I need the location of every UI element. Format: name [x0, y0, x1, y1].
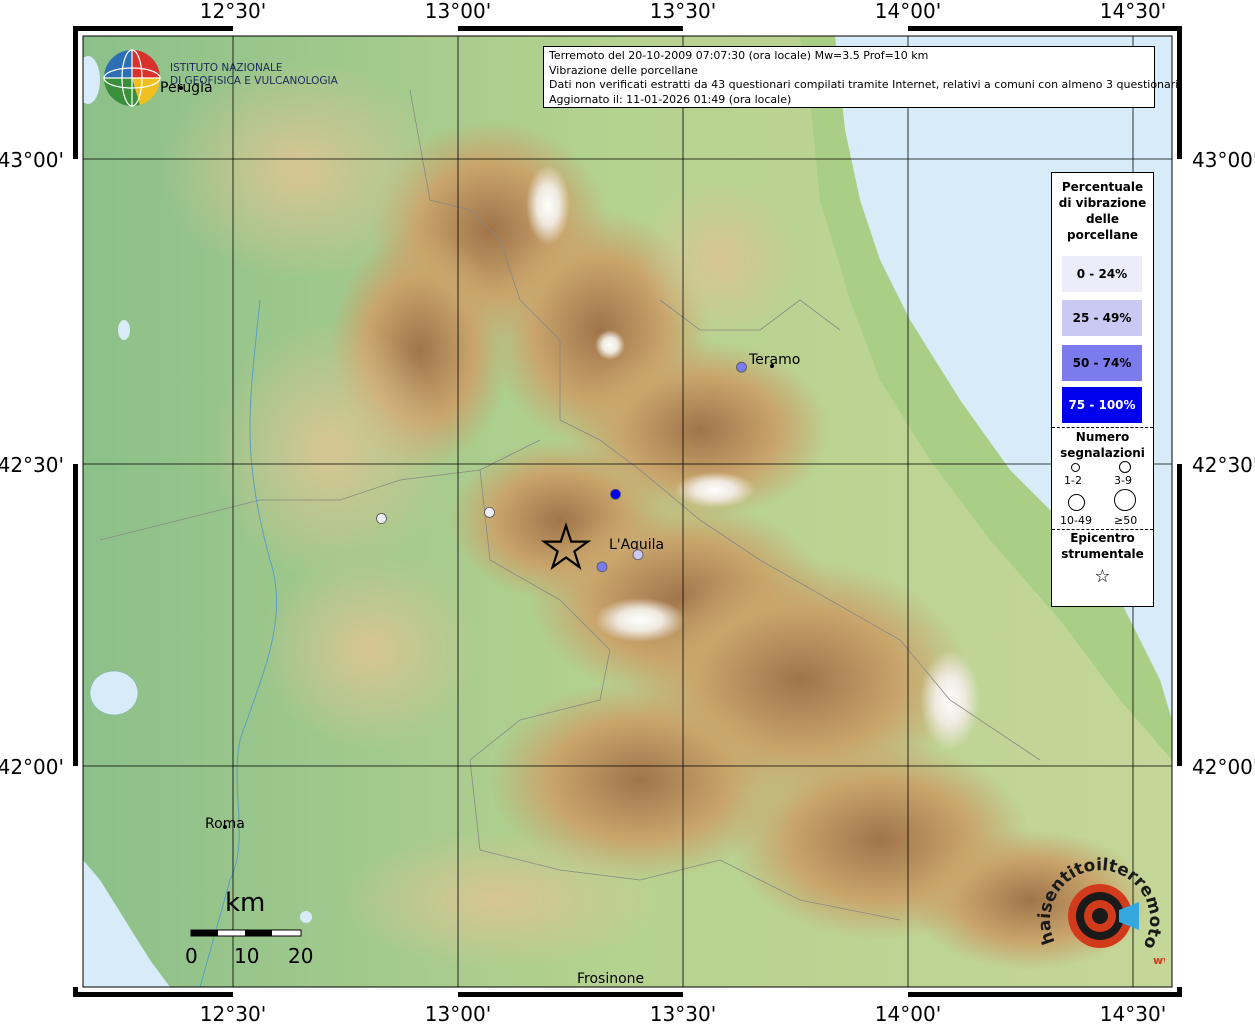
lon-label-top-4: 14°00': [875, 0, 941, 23]
lon-label-top-1: 12°30': [200, 0, 266, 23]
scale-tick-10: 10: [234, 944, 260, 968]
lon-label-top-3: 13°30': [650, 0, 716, 23]
legend-count-title: Numero segnalazioni: [1052, 429, 1153, 461]
legend-count-label-10-49: 10-49: [1060, 514, 1092, 527]
legend-title-line: di vibrazione: [1058, 196, 1147, 210]
observation-marker: [596, 561, 608, 573]
lat-label-left-2: 42°30': [0, 453, 64, 477]
scale-bar: [190, 929, 302, 937]
legend-epicenter-star-icon: ☆: [1094, 566, 1111, 587]
city-label-frosinone: Frosinone: [577, 971, 644, 987]
event-parameter: Vibrazione delle porcellane: [549, 63, 698, 77]
legend-class-25-49: 25 - 49%: [1062, 300, 1142, 336]
legend-title-line: Percentuale: [1061, 180, 1144, 194]
ingv-institution-name: ISTITUTO NAZIONALE DI GEOFISICA E VULCAN…: [170, 62, 338, 88]
legend-count-circle-1-2: [1071, 463, 1080, 472]
legend-class-50-74: 50 - 74%: [1062, 345, 1142, 381]
legend-count-circle-3-9: [1119, 461, 1131, 473]
lat-label-left-1: 43°00': [0, 148, 64, 172]
observation-marker: [376, 513, 387, 524]
lat-label-right-3: 42°00': [1192, 755, 1255, 779]
legend-separator: [1052, 427, 1153, 428]
brand-prefix: www.: [1153, 954, 1165, 967]
legend-epicenter-title-line: strumentale: [1061, 547, 1144, 561]
legend-epicenter-title: Epicentro strumentale: [1052, 530, 1153, 562]
scale-tick-20: 20: [288, 944, 314, 968]
event-data-note: Dati non verificati estratti da 43 quest…: [549, 78, 1182, 91]
legend-count-label-50: ≥50: [1114, 514, 1138, 527]
lon-label-bottom-5: 14°30': [1100, 1002, 1166, 1024]
observation-marker: [736, 361, 747, 373]
legend-class-75-100: 75 - 100%: [1062, 387, 1142, 423]
observation-marker: [484, 507, 495, 518]
observation-marker: [610, 488, 621, 500]
ingv-line-2: DI GEOFISICA E VULCANOLOGIA: [170, 75, 338, 87]
lat-label-left-3: 42°00': [0, 755, 64, 779]
legend-title: Percentuale di vibrazione delle porcella…: [1052, 179, 1153, 243]
haisentitoilterremoto-logo: haisentitoilterremoto.it www.: [1035, 852, 1165, 967]
lon-label-bottom-1: 12°30': [200, 1002, 266, 1024]
city-label-teramo: Teramo: [748, 352, 800, 368]
event-title: Terremoto del 20-10-2009 07:07:30 (ora l…: [549, 49, 929, 62]
lon-label-bottom-4: 14°00': [875, 1002, 941, 1024]
scale-tick-0: 0: [185, 944, 198, 968]
legend-class-0-24: 0 - 24%: [1062, 256, 1142, 292]
lon-label-bottom-2: 13°00': [425, 1002, 491, 1024]
legend-title-line: porcellane: [1066, 228, 1138, 242]
legend-count-label-1-2: 1-2: [1064, 474, 1082, 487]
legend-count-title-line: segnalazioni: [1060, 446, 1145, 460]
legend-epicenter-title-line: Epicentro: [1070, 531, 1135, 545]
legend: Percentuale di vibrazione delle porcella…: [1051, 172, 1154, 607]
event-info-box: Terremoto del 20-10-2009 07:07:30 (ora l…: [543, 46, 1182, 108]
lon-label-top-5: 14°30': [1100, 0, 1166, 23]
lon-label-top-2: 13°00': [425, 0, 491, 23]
legend-count-circle-10-49: [1068, 494, 1085, 511]
ingv-line-1: ISTITUTO NAZIONALE: [170, 62, 283, 74]
observation-marker: [632, 549, 644, 561]
city-label-roma: Roma: [205, 816, 245, 832]
event-updated: Aggiornato il: 11-01-2026 01:49 (ora loc…: [549, 92, 792, 106]
legend-count-label-3-9: 3-9: [1114, 474, 1132, 487]
legend-count-title-line: Numero: [1075, 430, 1130, 444]
legend-title-line: delle: [1085, 212, 1120, 226]
lat-label-right-2: 42°30': [1192, 453, 1255, 477]
lat-label-right-1: 43°00': [1192, 148, 1255, 172]
lon-label-bottom-3: 13°30': [650, 1002, 716, 1024]
legend-count-circle-50: [1114, 489, 1136, 511]
scale-unit-label: km: [225, 888, 266, 918]
